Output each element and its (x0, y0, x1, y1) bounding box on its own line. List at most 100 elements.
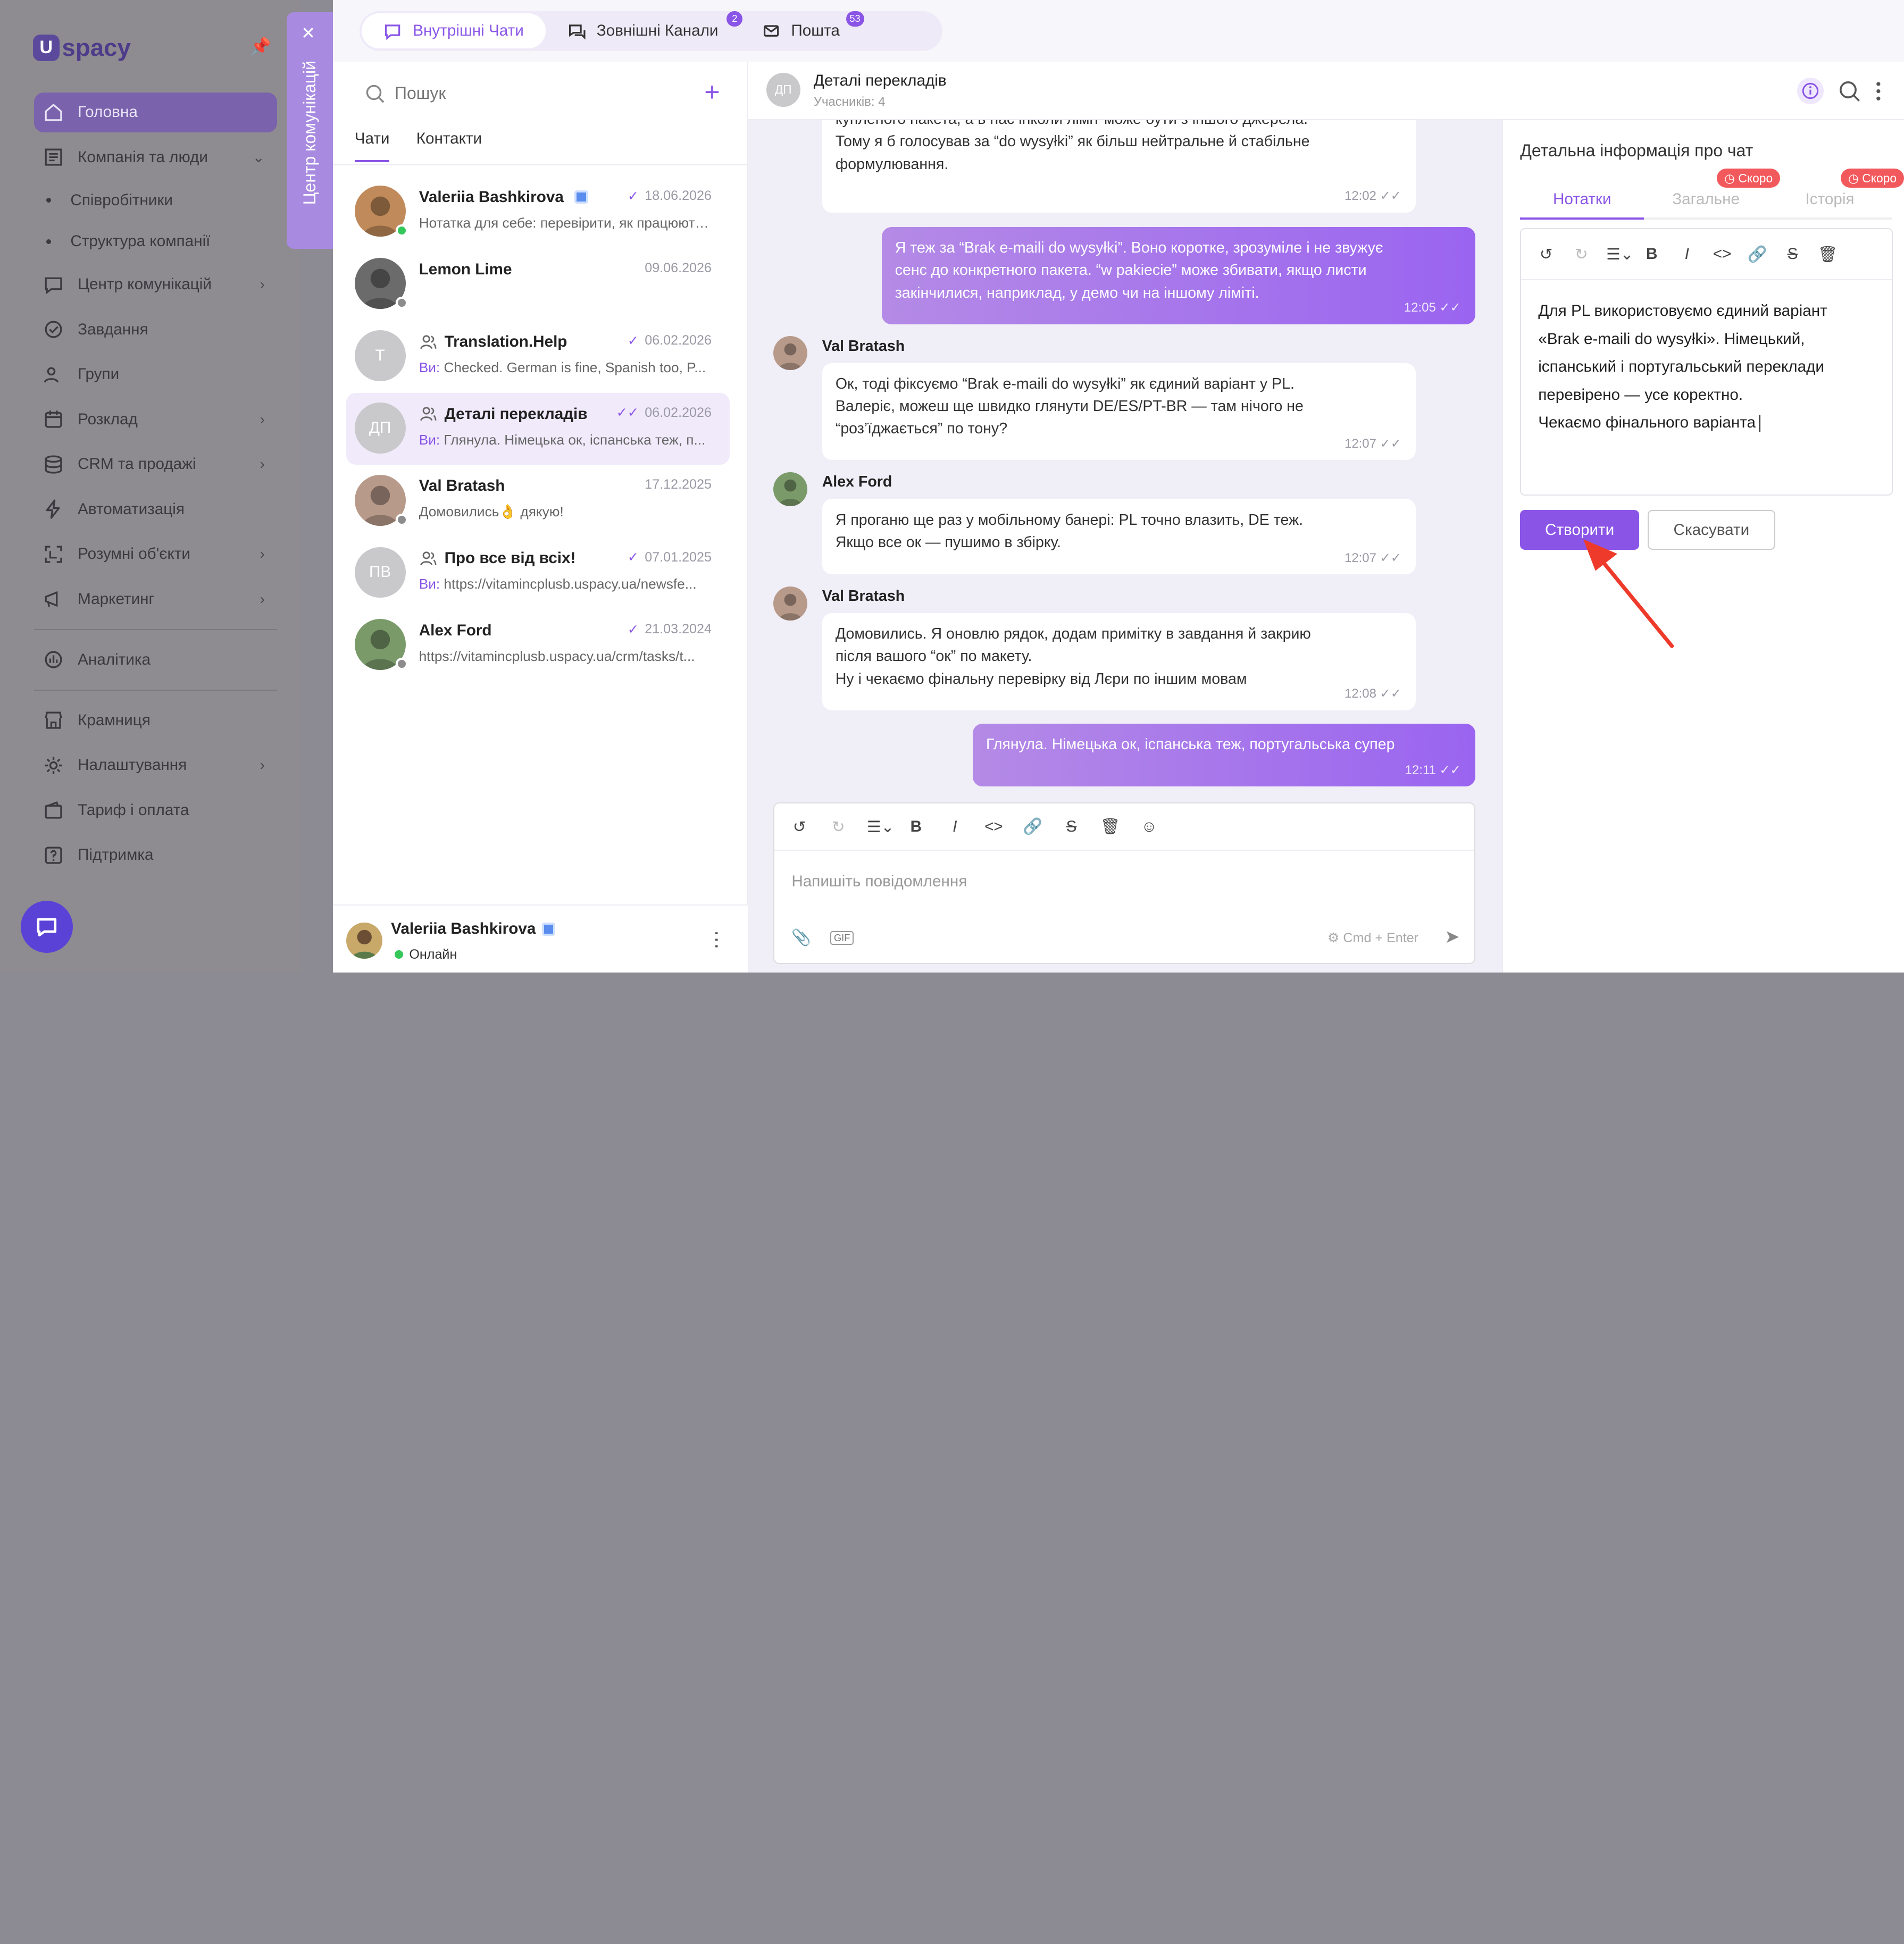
chat-list-item[interactable]: Т Translation.Help ✓ 06.02.2026 Ви: Checked.… (346, 321, 730, 393)
gif-icon[interactable]: GIF (830, 931, 854, 945)
message-avatar[interactable] (773, 472, 808, 507)
italic-icon[interactable]: I (945, 818, 965, 836)
bold-icon[interactable]: B (906, 818, 926, 836)
sidebar-item-8[interactable]: CRM та продажі › (34, 442, 277, 487)
message-avatar[interactable] (773, 586, 808, 621)
subtab-contacts[interactable]: Контакти (416, 130, 482, 162)
sidebar-item-9[interactable]: Автоматизація (34, 487, 277, 531)
message-bubble[interactable]: Я проганю ще раз у мобільному банері: PL… (822, 499, 1416, 574)
redo-icon[interactable]: ↻ (828, 817, 849, 836)
sidebar-item-4[interactable]: Центр комунікацій › (34, 262, 277, 307)
avatar[interactable]: Т (354, 330, 406, 381)
clock-icon: ◷ (1848, 171, 1859, 185)
chat-list-item[interactable]: Val Bratash 17.12.2025 Домовились👌 дякую! (346, 465, 730, 537)
sidebar-item-12[interactable]: Аналітика (34, 638, 277, 682)
new-chat-plus-icon[interactable]: + (704, 79, 720, 105)
chat-date: ✓ 21.03.2024 (628, 622, 712, 638)
chevron-icon[interactable]: › (260, 757, 265, 774)
code-icon[interactable]: <> (1712, 245, 1733, 263)
note-text[interactable]: Для PL використовуємо єдиний варіант «Bra… (1538, 297, 1884, 437)
trash-icon[interactable]: 🗑 (1817, 245, 1838, 264)
message-avatar[interactable] (773, 336, 808, 371)
sidebar-item-14[interactable]: Налаштування › (34, 743, 277, 787)
sidebar-item-5[interactable]: Завдання (34, 307, 277, 352)
chevron-icon[interactable]: › (260, 276, 265, 293)
sidebar-item-6[interactable]: Групи (34, 352, 277, 397)
pin-icon[interactable]: 📌 (250, 36, 271, 56)
tab-mail[interactable]: Пошта 53 (740, 11, 864, 48)
sidebar-item-15[interactable]: Тариф і оплата (34, 788, 277, 833)
trash-icon[interactable]: 🗑 (1100, 817, 1121, 836)
message-bubble[interactable]: купленого пакета, а в нас інколи ліміт м… (822, 120, 1416, 213)
chat-details-panel: Детальна інформація про чат Нотатки Загал… (1502, 120, 1904, 973)
details-tab-general[interactable]: Загальне ◷ Скоро (1644, 169, 1780, 220)
link-icon[interactable]: 🔗 (1747, 245, 1768, 264)
align-icon[interactable]: ☰⌄ (867, 817, 894, 836)
sidebar-item-10[interactable]: Розумні об'єкти › (34, 532, 277, 576)
strikethrough-icon[interactable]: S (1782, 245, 1803, 263)
link-icon[interactable]: 🔗 (1022, 817, 1043, 836)
avatar[interactable]: ПВ (354, 547, 406, 598)
chevron-icon[interactable]: ⌄ (253, 149, 265, 166)
send-icon[interactable]: ➤ (1444, 926, 1460, 948)
search-icon[interactable] (1839, 80, 1860, 102)
message-time-text: 12:07 (1344, 436, 1376, 451)
redo-icon[interactable]: ↻ (1571, 245, 1592, 264)
strikethrough-icon[interactable]: S (1061, 818, 1082, 836)
chat-name: Valeriia Bashkirova (419, 188, 588, 206)
chat-avatar[interactable]: ДП (766, 72, 800, 107)
kebab-menu-icon[interactable]: ⋯ (706, 930, 729, 950)
sidebar-item-7[interactable]: Розклад › (34, 397, 277, 442)
group-icon (420, 407, 437, 421)
chat-list-item[interactable]: Lemon Lime 09.06.2026 (346, 248, 730, 321)
chat-date: ✓ 06.02.2026 (628, 333, 712, 349)
search-box[interactable] (350, 71, 691, 115)
emoji-icon[interactable]: ☺ (1139, 818, 1159, 836)
chat-list-item[interactable]: ДП Деталі перекладів ✓✓ 06.02.2026 Ви: Гляну… (346, 392, 730, 465)
chevron-icon[interactable]: › (260, 546, 265, 563)
undo-icon[interactable]: ↺ (1536, 245, 1557, 264)
sidebar-item-11[interactable]: Маркетинг › (34, 576, 277, 621)
avatar[interactable]: ДП (354, 402, 406, 454)
tab-internal-chats[interactable]: Внутрішні Чати (362, 13, 546, 49)
chevron-icon[interactable]: › (260, 456, 265, 473)
details-tab-history[interactable]: Історія ◷ Скоро (1768, 169, 1904, 220)
more-vertical-icon[interactable] (1875, 80, 1882, 102)
chat-list-item[interactable]: Valeriia Bashkirova ✓ 18.06.2026 Нотатка дл… (346, 176, 730, 248)
chevron-icon[interactable]: › (260, 411, 265, 428)
chevron-icon[interactable]: › (260, 591, 265, 608)
soon-badge-text: Скоро (1738, 171, 1773, 185)
my-message-bubble[interactable]: Я теж за “Brak e-maili do wysyłki”. Воно… (881, 227, 1476, 324)
sidebar-item-0[interactable]: Головна (34, 92, 277, 132)
tab-external-channels[interactable]: Зовнішні Канали 2 (546, 11, 743, 48)
chat-list-item[interactable]: Alex Ford ✓ 21.03.2024 https://vitamincplus… (346, 609, 730, 682)
sidebar-item-16[interactable]: Підтримка (34, 833, 277, 877)
message-input[interactable]: Напишіть повідомлення (791, 873, 967, 891)
message-bubble[interactable]: Ок, тоді фіксуємо “Brak e-maili do wysył… (822, 363, 1416, 460)
my-message-bubble[interactable]: Глянула. Німецька ок, іспанська теж, пор… (972, 723, 1476, 787)
details-tab-indicator (1520, 217, 1892, 220)
info-icon[interactable] (1797, 78, 1824, 105)
avatar[interactable] (346, 922, 383, 959)
sidebar-item-13[interactable]: Крамниця (34, 698, 277, 743)
bold-icon[interactable]: B (1641, 245, 1662, 263)
sidebar-subitem[interactable]: Структура компанії (34, 221, 277, 263)
sidebar-subitem[interactable]: Співробітники (34, 180, 277, 221)
subtab-chats[interactable]: Чати (354, 130, 390, 163)
message-bubble[interactable]: Домовились. Я оновлю рядок, додам приміт… (822, 613, 1416, 710)
italic-icon[interactable]: I (1676, 245, 1697, 263)
details-tab-notes[interactable]: Нотатки (1520, 190, 1644, 220)
support-chat-button[interactable] (20, 901, 73, 953)
logo[interactable]: U spacy (32, 34, 131, 62)
sidebar-item-1[interactable]: Компанія та люди ⌄ (34, 135, 277, 179)
communication-center-tab[interactable]: ✕ Центр комунікацій (286, 12, 333, 249)
you-prefix: Ви: (419, 576, 440, 592)
close-icon[interactable]: ✕ (301, 23, 315, 43)
align-icon[interactable]: ☰⌄ (1606, 245, 1633, 264)
chat-list-item[interactable]: ПВ Про все від всіх! ✓ 07.01.2025 Ви: https:… (346, 537, 730, 609)
code-icon[interactable]: <> (983, 818, 1004, 836)
search-input[interactable] (394, 83, 674, 104)
message-list[interactable]: купленого пакета, а в нас інколи ліміт м… (748, 120, 1502, 800)
attach-icon[interactable]: 📎 (791, 928, 811, 947)
undo-icon[interactable]: ↺ (789, 817, 810, 836)
